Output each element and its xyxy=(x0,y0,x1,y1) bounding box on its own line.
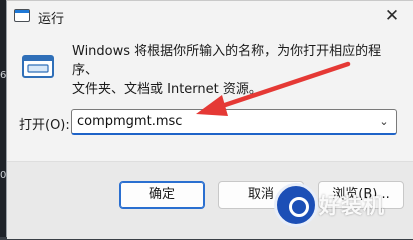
description: Windows 将根据你所输入的名称，为你打开相应的程序、 文件夹、文档或 In… xyxy=(72,42,402,99)
watermark-text: 好装机 xyxy=(319,194,385,218)
description-line: 文件夹、文档或 Internet 资源。 xyxy=(72,82,262,97)
close-icon: ✕ xyxy=(384,6,400,26)
close-button[interactable]: ✕ xyxy=(377,2,407,30)
ok-button[interactable]: 确定 xyxy=(119,181,205,209)
run-app-icon xyxy=(22,55,54,78)
description-line: Windows 将根据你所输入的名称，为你打开相应的程序、 xyxy=(72,44,382,78)
window-title: 运行 xyxy=(38,12,65,27)
run-dialog-icon xyxy=(14,9,30,22)
open-input[interactable]: compmgmt.msc xyxy=(77,114,182,129)
title-bar[interactable]: 运行 ✕ xyxy=(7,1,413,33)
open-combobox[interactable]: compmgmt.msc ⌄ xyxy=(71,109,397,135)
watermark-logo-icon xyxy=(274,183,318,227)
chevron-down-icon[interactable]: ⌄ xyxy=(375,110,393,134)
open-label: 打开(O): xyxy=(19,118,70,133)
watermark: 好装机 xyxy=(272,176,413,237)
